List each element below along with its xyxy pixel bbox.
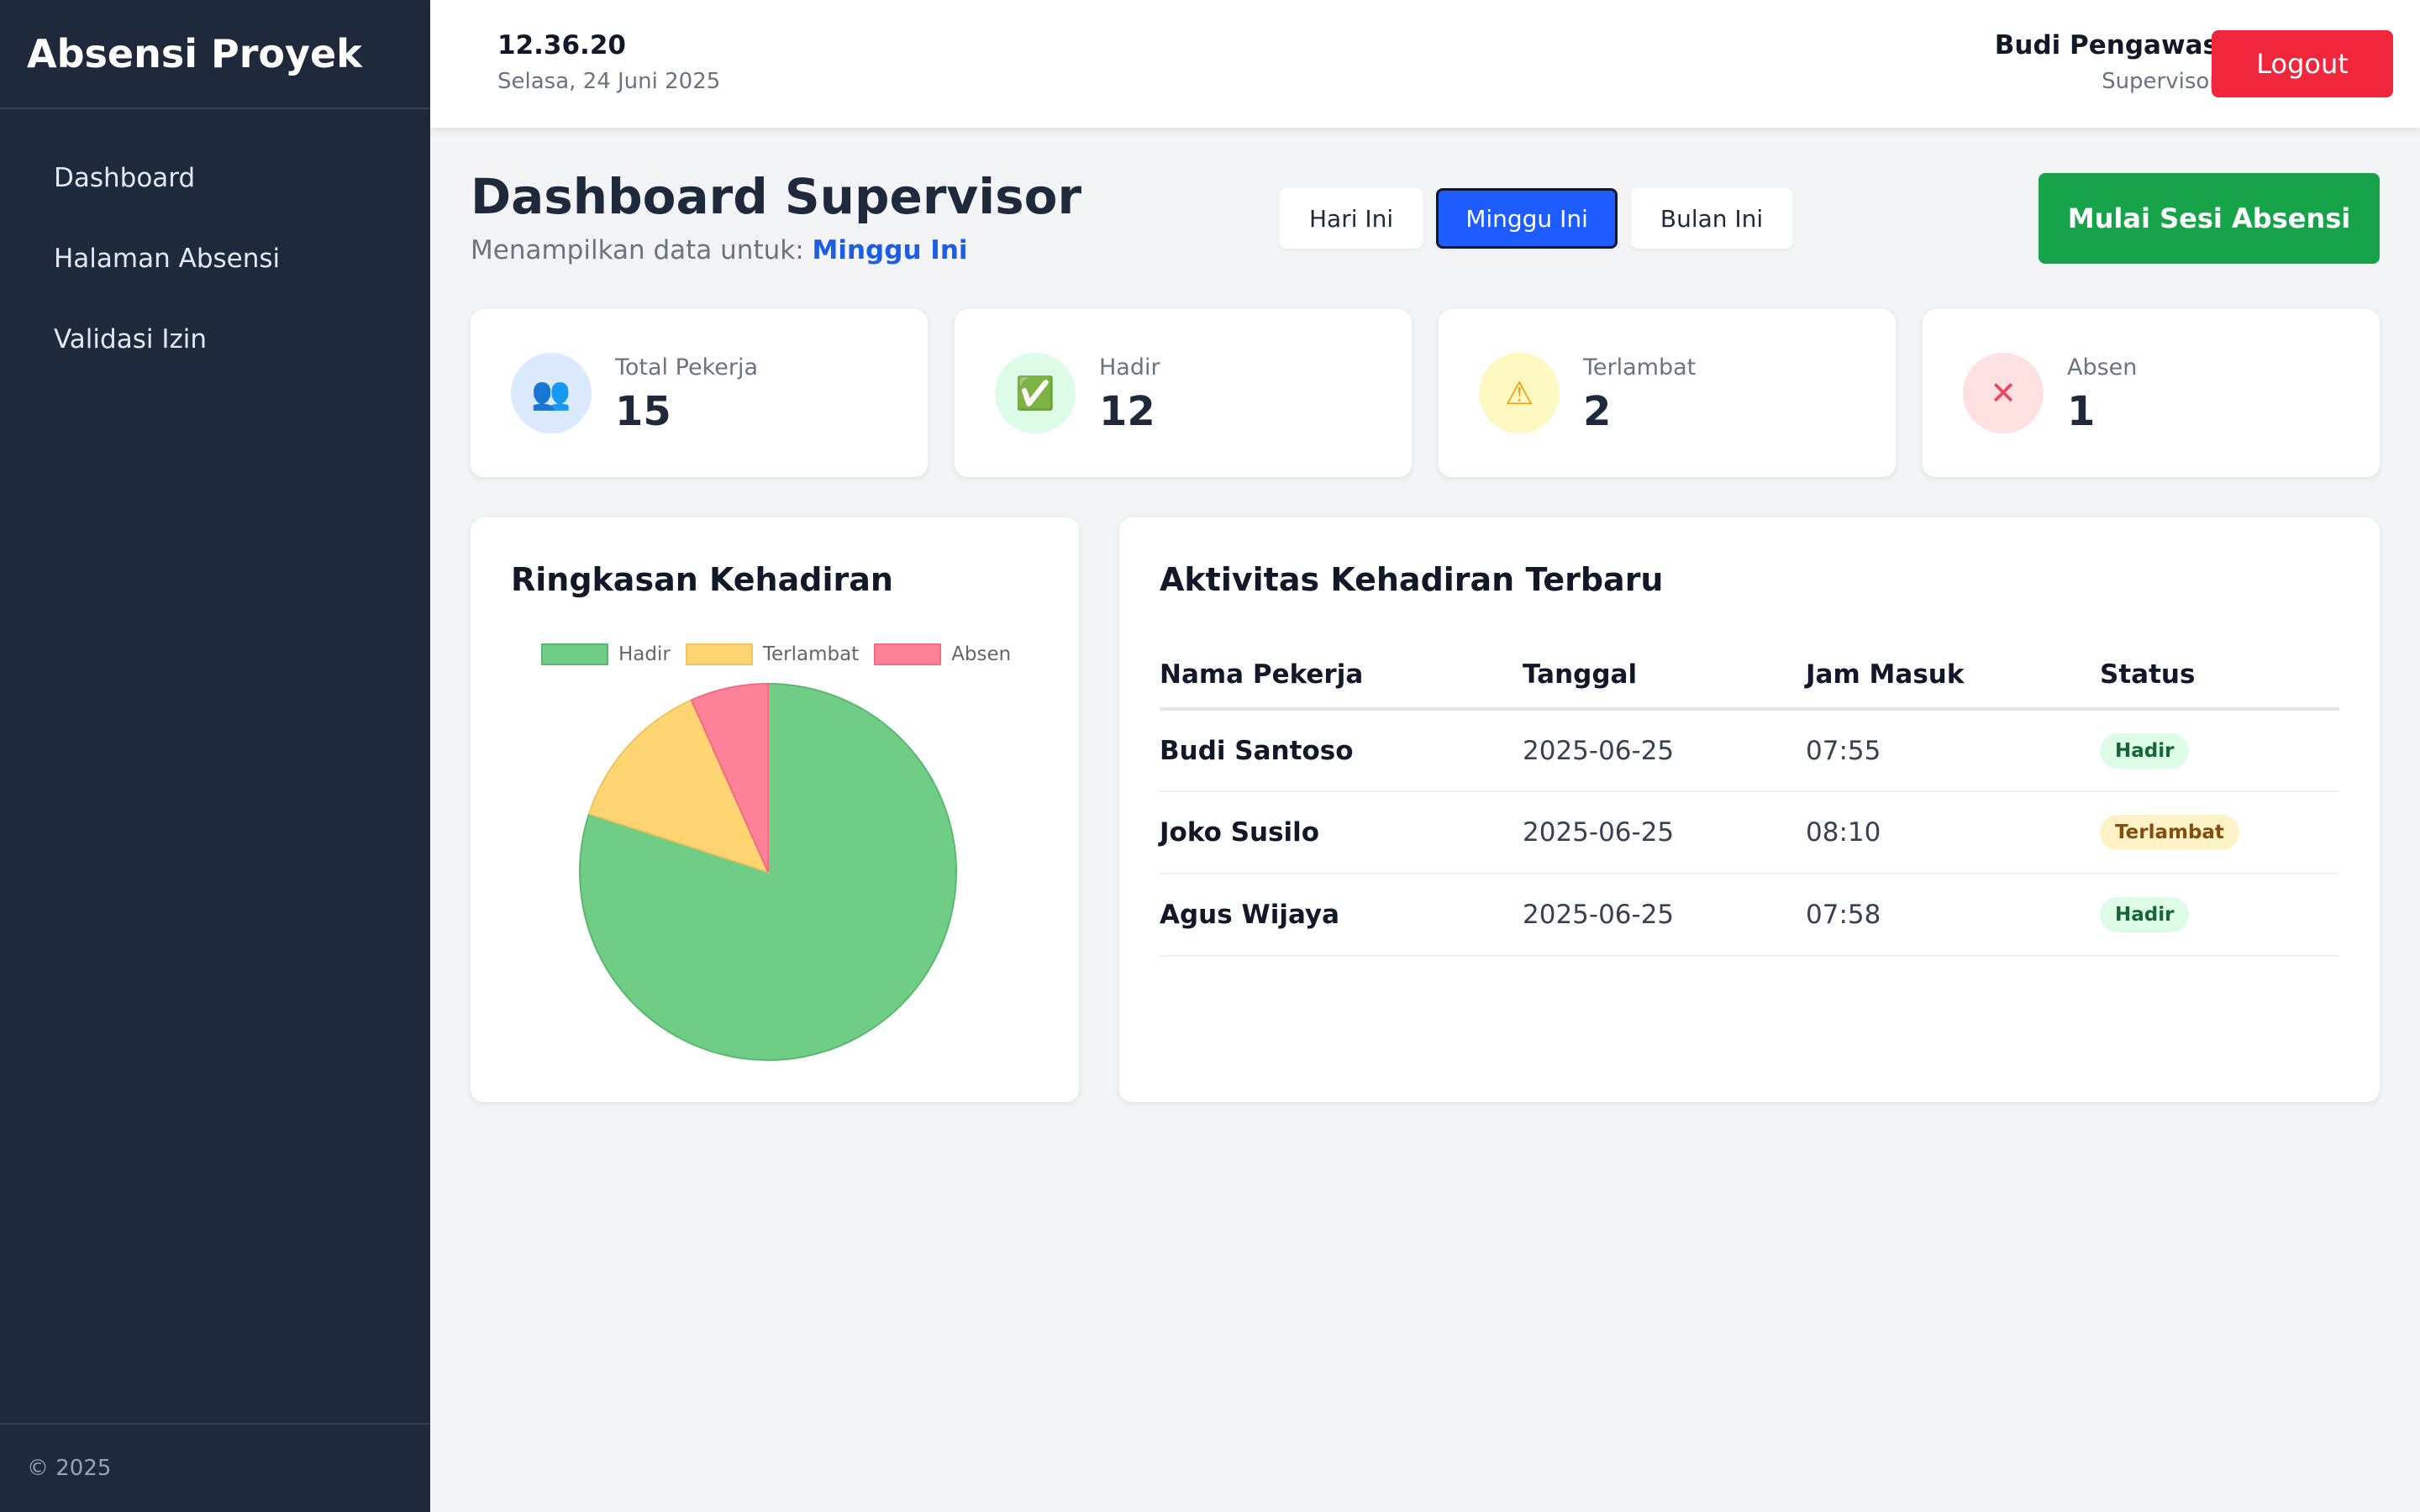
- clock: 12.36.20 Selasa, 24 Juni 2025: [497, 30, 720, 94]
- sidebar-footer: © 2025: [0, 1423, 430, 1512]
- sidebar-item-dashboard[interactable]: Dashboard: [0, 138, 430, 218]
- attendance-date: 2025-06-25: [1523, 791, 1806, 874]
- legend-item-hadir[interactable]: Hadir: [541, 643, 671, 665]
- attendance-summary-panel: Ringkasan Kehadiran Hadir Terlambat Absen: [471, 517, 1079, 1102]
- user-info: Budi Pengawas Supervisor: [1995, 30, 2218, 94]
- table-row: Agus Wijaya 2025-06-25 07:58 Hadir: [1160, 874, 2339, 957]
- filter-hari-ini-button[interactable]: Hari Ini: [1280, 188, 1423, 249]
- stat-label: Terlambat: [1583, 354, 1697, 381]
- status-cell: Hadir: [2100, 709, 2339, 792]
- legend-swatch: [685, 643, 753, 665]
- warning-icon: ⚠: [1479, 353, 1560, 433]
- filter-minggu-ini-button[interactable]: Minggu Ini: [1436, 188, 1618, 249]
- filter-bulan-ini-button[interactable]: Bulan Ini: [1630, 188, 1793, 249]
- check-box-icon: ✅: [995, 353, 1076, 433]
- status-badge: Hadir: [2100, 732, 2190, 769]
- stat-card-total-pekerja: 👥 Total Pekerja 15: [471, 309, 928, 477]
- status-badge: Terlambat: [2100, 815, 2239, 850]
- column-header-tanggal: Tanggal: [1523, 642, 1806, 711]
- stats-row: 👥 Total Pekerja 15 ✅ Hadir 12 ⚠ Terlamba…: [471, 309, 2380, 477]
- sidebar-item-validasi-izin[interactable]: Validasi Izin: [0, 299, 430, 380]
- cross-icon: ✕: [1963, 353, 2044, 433]
- page-subtitle: Menampilkan data untuk: Minggu Ini: [471, 235, 968, 265]
- summary-title: Ringkasan Kehadiran: [511, 561, 893, 598]
- logout-button[interactable]: Logout: [2212, 30, 2393, 97]
- activity-table: Nama Pekerja Tanggal Jam Masuk Status Bu…: [1160, 642, 2339, 957]
- stat-label: Total Pekerja: [615, 354, 759, 381]
- stat-value: 2: [1583, 388, 1612, 435]
- stat-value: 12: [1099, 388, 1155, 435]
- status-cell: Hadir: [2100, 874, 2339, 957]
- status-cell: Terlambat: [2100, 791, 2339, 874]
- column-header-status: Status: [2100, 642, 2339, 711]
- attendance-date: 2025-06-25: [1523, 709, 1806, 792]
- recent-activity-panel: Aktivitas Kehadiran Terbaru Nama Pekerja…: [1119, 517, 2380, 1102]
- legend-item-absen[interactable]: Absen: [874, 643, 1011, 665]
- stat-label: Absen: [2067, 354, 2138, 381]
- legend-label: Hadir: [618, 643, 671, 665]
- stat-value: 15: [615, 388, 671, 435]
- chart-legend: Hadir Terlambat Absen: [541, 643, 1026, 665]
- legend-label: Terlambat: [762, 643, 860, 665]
- legend-item-terlambat[interactable]: Terlambat: [685, 643, 860, 665]
- stat-card-absen: ✕ Absen 1: [1923, 309, 2380, 477]
- stat-value: 1: [2067, 388, 2096, 435]
- subtitle-period: Minggu Ini: [812, 235, 968, 265]
- stat-card-terlambat: ⚠ Terlambat 2: [1439, 309, 1896, 477]
- column-header-nama: Nama Pekerja: [1160, 642, 1523, 711]
- brand-title: Absensi Proyek: [0, 0, 430, 109]
- top-header: 12.36.20 Selasa, 24 Juni 2025 Budi Penga…: [430, 0, 2420, 128]
- activity-title: Aktivitas Kehadiran Terbaru: [1160, 561, 1664, 598]
- attendance-pie-chart: [579, 682, 957, 1061]
- page-title: Dashboard Supervisor: [471, 168, 1082, 225]
- table-row: Budi Santoso 2025-06-25 07:55 Hadir: [1160, 709, 2339, 792]
- check-in-time: 07:55: [1806, 709, 2100, 792]
- worker-name: Joko Susilo: [1160, 791, 1523, 874]
- clock-date: Selasa, 24 Juni 2025: [497, 69, 721, 94]
- worker-name: Budi Santoso: [1160, 709, 1523, 792]
- period-filters: Hari Ini Minggu Ini Bulan Ini: [1280, 188, 1793, 249]
- attendance-date: 2025-06-25: [1523, 874, 1806, 957]
- worker-name: Agus Wijaya: [1160, 874, 1523, 957]
- subtitle-prefix: Menampilkan data untuk:: [471, 235, 804, 265]
- check-in-time: 07:58: [1806, 874, 2100, 957]
- clock-time: 12.36.20: [497, 30, 626, 60]
- legend-swatch: [874, 643, 942, 665]
- user-role: Supervisor: [2102, 69, 2218, 94]
- start-session-button[interactable]: Mulai Sesi Absensi: [2039, 173, 2380, 264]
- stat-card-hadir: ✅ Hadir 12: [955, 309, 1412, 477]
- users-icon: 👥: [511, 353, 592, 433]
- table-row: Joko Susilo 2025-06-25 08:10 Terlambat: [1160, 791, 2339, 874]
- legend-label: Absen: [951, 643, 1012, 665]
- table-header-row: Nama Pekerja Tanggal Jam Masuk Status: [1160, 642, 2339, 711]
- sidebar-item-halaman-absensi[interactable]: Halaman Absensi: [0, 218, 430, 299]
- legend-swatch: [541, 643, 608, 665]
- sidebar-nav: Dashboard Halaman Absensi Validasi Izin: [0, 109, 430, 380]
- status-badge: Hadir: [2100, 897, 2190, 932]
- column-header-jam-masuk: Jam Masuk: [1806, 642, 2100, 711]
- check-in-time: 08:10: [1806, 791, 2100, 874]
- sidebar: Absensi Proyek Dashboard Halaman Absensi…: [0, 0, 430, 1512]
- user-name: Budi Pengawas: [1994, 30, 2218, 60]
- stat-label: Hadir: [1099, 354, 1160, 381]
